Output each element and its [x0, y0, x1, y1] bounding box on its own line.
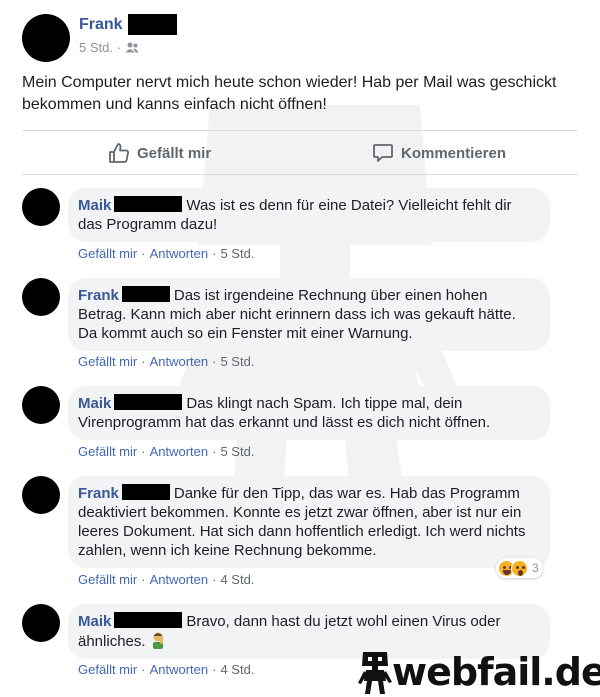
friends-icon[interactable] [125, 42, 139, 53]
like-button-label: Gefällt mir [137, 144, 212, 162]
post-author-name[interactable]: Frank [79, 16, 123, 34]
post-header: Frank 5 Std. · [22, 12, 582, 62]
reaction-count: 3 [532, 561, 539, 575]
comment-avatar[interactable] [22, 278, 60, 316]
webfail-logo-text: webfail.de [392, 650, 600, 694]
comment-reply-link[interactable]: Antworten [150, 246, 209, 261]
comment-timestamp[interactable]: 4 Std. [220, 662, 254, 677]
comment-author[interactable]: Frank [78, 485, 119, 502]
comment-author[interactable]: Maik [78, 197, 111, 214]
comment-actions: Gefällt mir · Antworten · 5 Std. [78, 246, 255, 261]
comment-reply-link[interactable]: Antworten [150, 354, 209, 369]
comment-like-link[interactable]: Gefällt mir [78, 246, 137, 261]
comment-button[interactable]: Kommentieren [372, 142, 506, 164]
comment-timestamp[interactable]: 4 Std. [220, 572, 254, 587]
comment-reactions[interactable]: 3 [496, 558, 543, 578]
comment-avatar[interactable] [22, 604, 60, 642]
webfail-logo: webfail.de [358, 649, 600, 695]
comment-bubble: Maik Das klingt nach Spam. Ich tippe mal,… [68, 386, 550, 440]
comment-button-label: Kommentieren [401, 144, 507, 162]
comment-like-link[interactable]: Gefällt mir [78, 662, 137, 677]
comment-actions: Gefällt mir · Antworten · 5 Std. [78, 354, 255, 369]
comment-timestamp[interactable]: 5 Std. [220, 354, 254, 369]
webfail-mascot-icon [358, 652, 392, 694]
post-action-bar: Gefällt mir Kommentieren [22, 132, 578, 174]
comment-bubble: Frank Das ist irgendeine Rechnung über ei… [68, 278, 550, 351]
comment-timestamp[interactable]: 5 Std. [220, 246, 254, 261]
comment-reply-link[interactable]: Antworten [150, 444, 209, 459]
post-timestamp[interactable]: 5 Std. [79, 40, 113, 55]
divider [22, 174, 578, 175]
comment-reply-link[interactable]: Antworten [150, 662, 209, 677]
redacted-surname [114, 394, 183, 410]
redacted-surname [121, 286, 170, 302]
redacted-surname [128, 14, 177, 35]
comment-like-link[interactable]: Gefällt mir [78, 572, 137, 587]
comment-actions: Gefällt mir · Antworten · 5 Std. [78, 444, 255, 459]
comment-like-link[interactable]: Gefällt mir [78, 444, 137, 459]
comment-author[interactable]: Maik [78, 395, 111, 412]
comment-bubble: Frank Danke für den Tipp, das war es. Hab… [68, 476, 550, 568]
redacted-surname [114, 612, 183, 628]
post-meta: 5 Std. · [79, 40, 139, 55]
comment-avatar[interactable] [22, 476, 60, 514]
wow-emoji-icon [511, 559, 528, 577]
comment-timestamp[interactable]: 5 Std. [220, 444, 254, 459]
comment-author[interactable]: Maik [78, 613, 111, 630]
comment-actions: Gefällt mir · Antworten · 4 Std. [78, 572, 255, 587]
comment-actions: Gefällt mir · Antworten · 4 Std. [78, 662, 255, 677]
post-text: Mein Computer nervt mich heute schon wie… [22, 74, 557, 113]
redacted-surname [121, 484, 170, 500]
comment-like-link[interactable]: Gefällt mir [78, 354, 137, 369]
comment-avatar[interactable] [22, 386, 60, 424]
comment-reply-link[interactable]: Antworten [150, 572, 209, 587]
post-author-avatar[interactable] [22, 14, 70, 62]
like-button[interactable]: Gefällt mir [108, 142, 211, 164]
redacted-surname [114, 196, 183, 212]
divider [22, 130, 578, 131]
comment-avatar[interactable] [22, 188, 60, 226]
comment-bubble: Maik Was ist es denn für eine Datei? Viel… [68, 188, 550, 242]
speech-bubble-icon [373, 144, 393, 162]
facepalm-emoji-icon [152, 632, 163, 649]
thumbs-up-icon [109, 143, 129, 163]
comment-author[interactable]: Frank [78, 287, 119, 304]
